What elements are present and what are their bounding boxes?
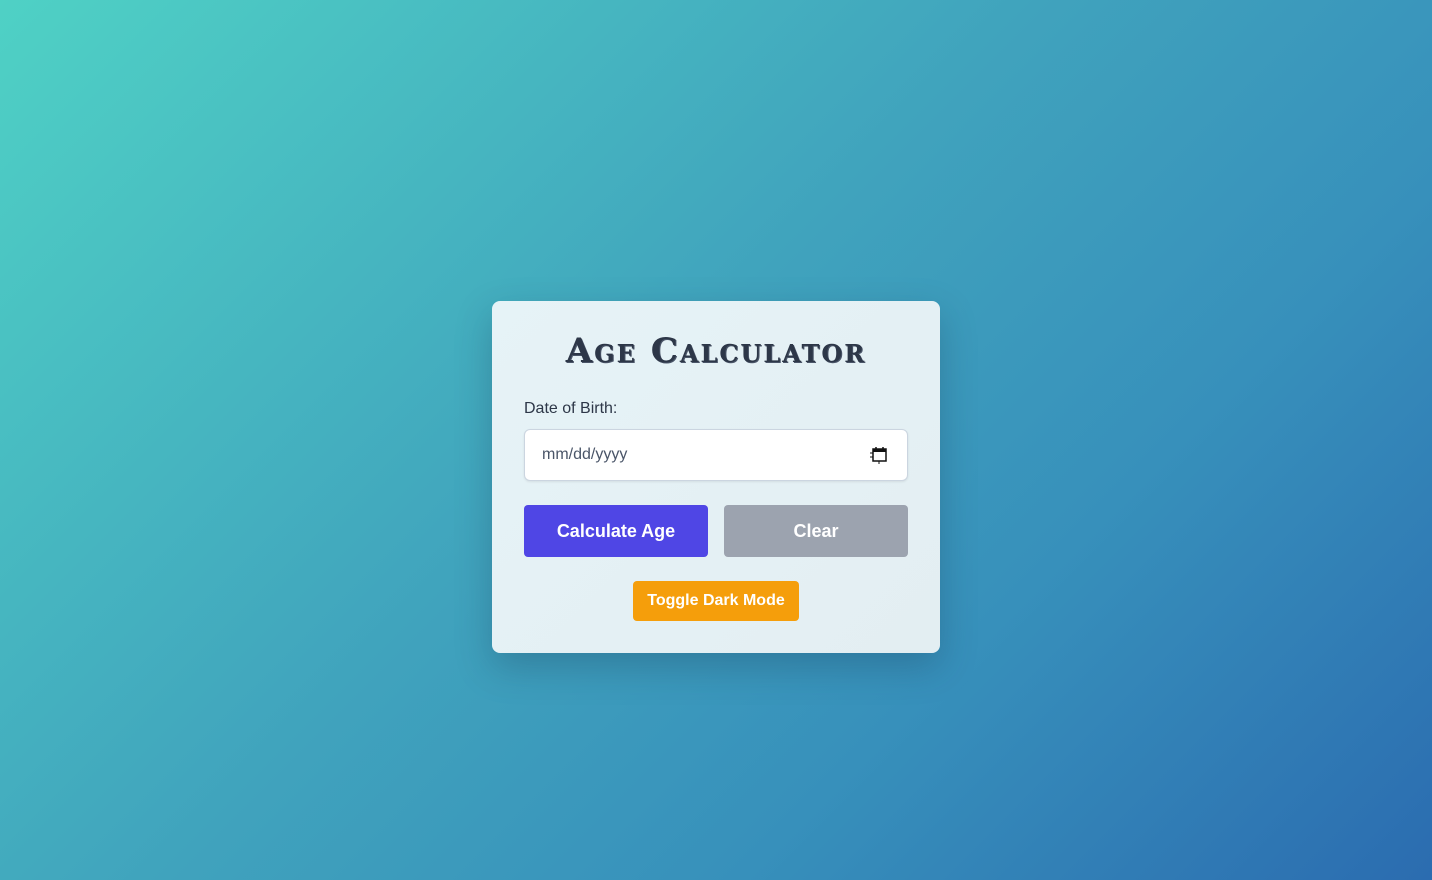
calculate-age-button[interactable]: Calculate Age bbox=[524, 505, 708, 557]
age-calculator-card: Age Calculator Date of Birth: Calculate … bbox=[492, 301, 940, 653]
clear-button[interactable]: Clear bbox=[724, 505, 908, 557]
dob-field[interactable] bbox=[524, 429, 908, 481]
dob-label: Date of Birth: bbox=[524, 400, 618, 417]
page-title: Age Calculator bbox=[565, 331, 867, 371]
calendar-icon[interactable] bbox=[869, 445, 889, 465]
toggle-dark-mode-button[interactable]: Toggle Dark Mode bbox=[633, 581, 799, 621]
dob-input[interactable] bbox=[525, 430, 855, 480]
